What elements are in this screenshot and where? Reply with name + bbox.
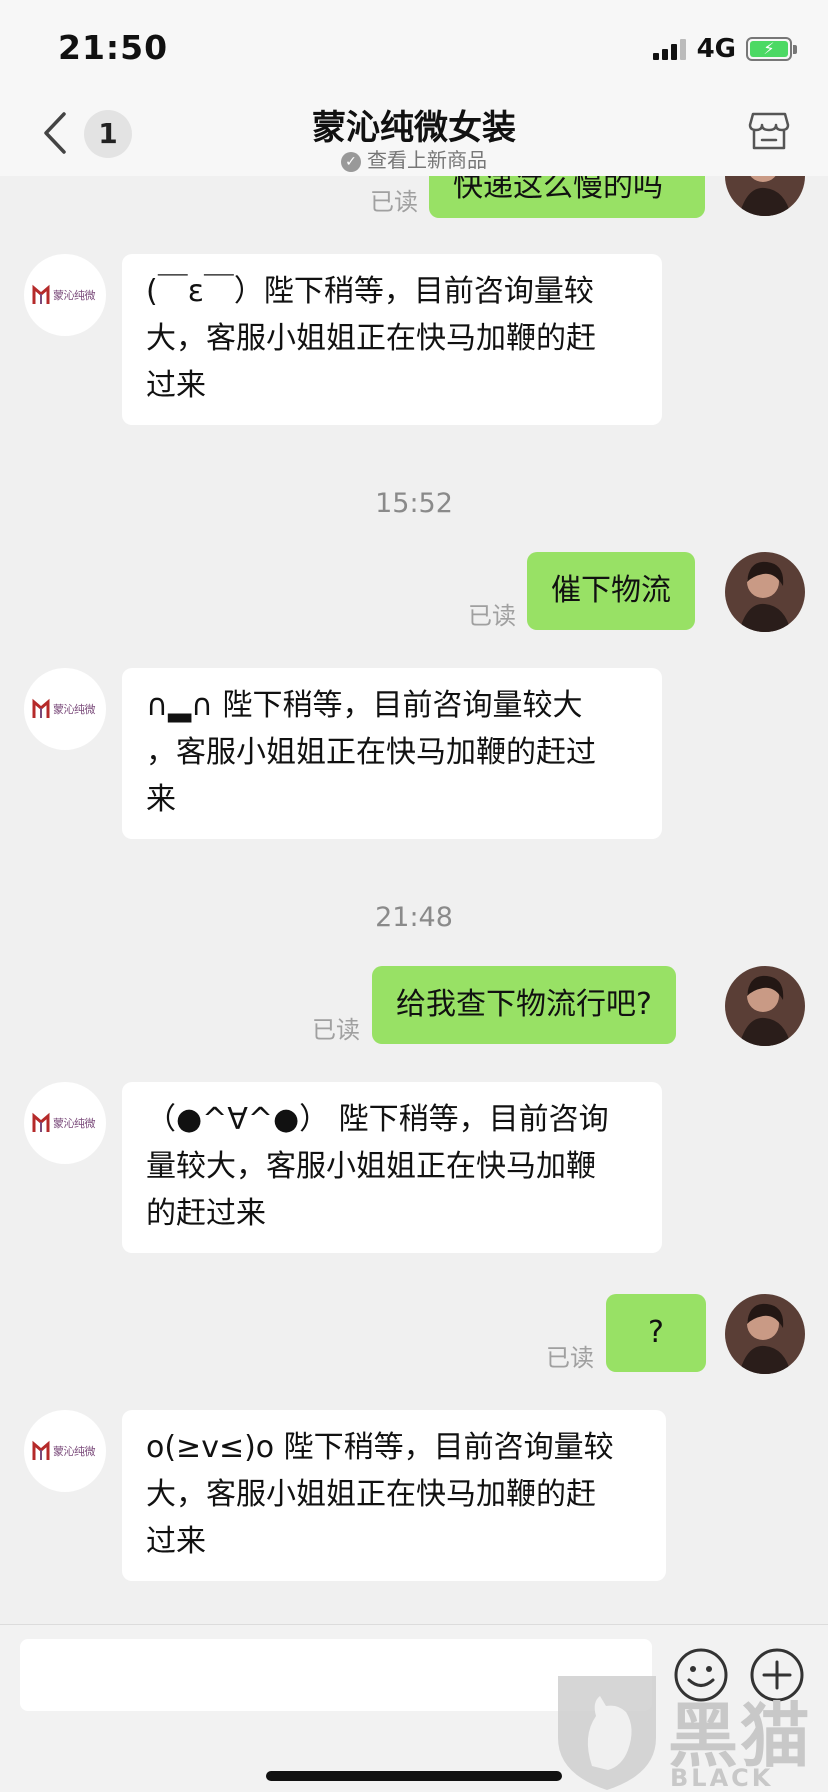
outgoing-message[interactable]: ?	[606, 1294, 706, 1372]
view-new-products-link[interactable]: ✓ 查看上新商品	[0, 144, 828, 173]
plus-icon[interactable]	[749, 1647, 805, 1703]
user-avatar[interactable]	[725, 1294, 805, 1374]
message-line: o(≥v≤)o 陛下稍等，目前咨询量较	[146, 1430, 614, 1465]
shop-logo: 蒙沁纯微	[32, 698, 96, 720]
status-bar: 21:50 4G ⚡	[0, 0, 828, 96]
message-line: (￣ε￣）陛下稍等，目前咨询量较	[146, 274, 594, 309]
message-list[interactable]: 已读 快递这么慢的吗 蒙沁纯微 (￣ε￣）陛下稍等，目前咨询量较 大，客服小姐姐…	[0, 176, 828, 1624]
emoji-icon[interactable]	[673, 1647, 729, 1703]
timestamp: 15:52	[375, 488, 453, 519]
incoming-message[interactable]: (￣ε￣）陛下稍等，目前咨询量较 大，客服小姐姐正在快马加鞭的赶 过来	[122, 254, 662, 425]
user-avatar[interactable]	[725, 966, 805, 1046]
message-line: （●^∀^●） 陛下稍等，目前咨询	[146, 1102, 609, 1137]
shop-logo-icon	[32, 1112, 50, 1132]
message-line: 大，客服小姐姐正在快马加鞭的赶	[146, 321, 596, 356]
user-avatar[interactable]	[725, 176, 805, 216]
shop-avatar[interactable]: 蒙沁纯微	[24, 668, 106, 750]
view-new-products-label: 查看上新商品	[367, 148, 487, 172]
input-bar	[0, 1624, 828, 1792]
page-title: 蒙沁纯微女装	[312, 108, 516, 148]
shop-avatar[interactable]: 蒙沁纯微	[24, 1410, 106, 1492]
read-receipt: 已读	[546, 1344, 594, 1372]
incoming-message[interactable]: （●^∀^●） 陛下稍等，目前咨询 量较大，客服小姐姐正在快马加鞭 的赶过来	[122, 1082, 662, 1253]
read-receipt: 已读	[312, 1016, 360, 1044]
battery-icon: ⚡	[746, 37, 797, 61]
check-circle-icon: ✓	[341, 152, 361, 172]
outgoing-message[interactable]: 给我查下物流行吧?	[372, 966, 676, 1044]
outgoing-message[interactable]: 快递这么慢的吗	[429, 176, 705, 218]
shop-logo: 蒙沁纯微	[32, 1112, 96, 1134]
message-line: 的赶过来	[146, 1196, 266, 1231]
signal-icon	[652, 38, 689, 60]
message-line: 来	[146, 782, 176, 817]
home-indicator	[266, 1771, 562, 1781]
incoming-message[interactable]: ∩▂∩ 陛下稍等，目前咨询量较大 ，客服小姐姐正在快马加鞭的赶过 来	[122, 668, 662, 839]
outgoing-message[interactable]: 催下物流	[527, 552, 695, 630]
shop-logo-icon	[32, 1440, 50, 1460]
user-avatar[interactable]	[725, 552, 805, 632]
message-line: 过来	[146, 368, 206, 403]
shop-avatar[interactable]: 蒙沁纯微	[24, 1082, 106, 1164]
status-time: 21:50	[58, 28, 169, 67]
network-type: 4G	[696, 34, 736, 64]
chat-header: 1 蒙沁纯微女装 ✓ 查看上新商品	[0, 96, 828, 176]
store-icon[interactable]	[748, 110, 790, 152]
message-line: ，客服小姐姐正在快马加鞭的赶过	[146, 735, 596, 770]
incoming-message[interactable]: o(≥v≤)o 陛下稍等，目前咨询量较 大，客服小姐姐正在快马加鞭的赶 过来	[122, 1410, 666, 1581]
timestamp: 21:48	[375, 902, 453, 933]
message-input[interactable]	[20, 1639, 652, 1711]
shop-logo-icon	[32, 284, 50, 304]
shop-avatar[interactable]: 蒙沁纯微	[24, 254, 106, 336]
message-line: 过来	[146, 1524, 206, 1559]
shop-logo-icon	[32, 698, 50, 718]
status-indicators: 4G ⚡	[652, 34, 797, 64]
message-line: ∩▂∩ 陛下稍等，目前咨询量较大	[146, 688, 583, 723]
message-line: 量较大，客服小姐姐正在快马加鞭	[146, 1149, 596, 1184]
shop-logo: 蒙沁纯微	[32, 284, 96, 306]
read-receipt: 已读	[370, 188, 418, 216]
read-receipt: 已读	[468, 602, 516, 630]
shop-logo: 蒙沁纯微	[32, 1440, 96, 1462]
message-line: 大，客服小姐姐正在快马加鞭的赶	[146, 1477, 596, 1512]
